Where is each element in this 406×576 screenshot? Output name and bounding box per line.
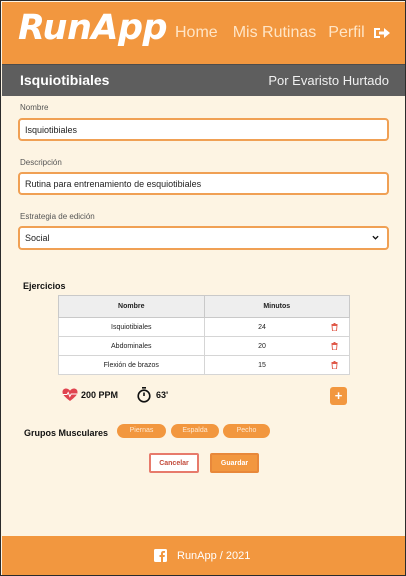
app-logo[interactable]: RunApp [18,8,168,48]
routine-title: Isquiotibiales [20,72,110,88]
trash-icon[interactable] [331,361,338,369]
column-header-minutos: Minutos [203,295,351,318]
main-nav: Home Mis Rutinas Perfil [175,24,391,42]
strategy-label: Estrategia de edición [20,212,95,221]
column-header-nombre: Nombre [58,295,205,318]
table-row: Abdominales 20 [58,336,350,356]
nav-perfil-link[interactable]: Perfil [328,24,364,42]
chip-piernas[interactable]: Piernas [117,424,166,438]
heart-rate-icon [62,388,78,401]
exercises-title: Ejercicios [23,281,66,291]
app-frame: RunApp Home Mis Rutinas Perfil Isquiotib… [0,0,406,576]
footer: RunApp / 2021 [2,536,405,575]
strategy-selected-value: Social [25,233,50,243]
nav-mis-rutinas-link[interactable]: Mis Rutinas [233,24,317,42]
exercise-minutes-cell: 20 [203,336,320,356]
table-row: Flexión de brazos 15 [58,355,350,375]
facebook-icon[interactable] [154,549,167,562]
add-exercise-button[interactable]: + [330,387,347,405]
footer-text: RunApp / 2021 [177,549,251,562]
trash-icon[interactable] [331,323,338,331]
cancel-button[interactable]: Cancelar [149,453,199,473]
nav-home-link[interactable]: Home [175,24,218,42]
stopwatch-icon [137,387,151,403]
muscle-groups-label: Grupos Musculares [24,428,109,438]
chip-espalda[interactable]: Espalda [171,424,219,438]
delete-cell [319,317,350,337]
delete-cell [319,336,350,356]
delete-cell [319,355,350,375]
exercise-name-cell: Isquiotibiales [58,317,205,337]
chevron-down-icon [372,235,379,240]
trash-icon[interactable] [331,342,338,350]
exercise-name-cell: Flexión de brazos [58,355,205,375]
name-label: Nombre [20,103,49,112]
routine-subheader: Isquiotibiales Por Evaristo Hurtado [2,64,405,96]
sign-out-icon[interactable] [373,25,391,41]
description-input[interactable]: Rutina para entrenamiento de esquiotibia… [18,172,389,195]
duration-value: 63' [156,390,169,400]
name-input[interactable]: Isquiotibiales [18,118,389,141]
strategy-select[interactable]: Social [18,226,389,250]
footer-content: RunApp / 2021 [154,549,250,562]
top-navbar: RunApp Home Mis Rutinas Perfil [2,2,405,64]
description-label: Descripción [20,158,62,167]
routine-stats: 200 PPM 63' [62,387,168,403]
table-row: Isquiotibiales 24 [58,317,350,337]
table-header-row: Nombre Minutos [58,295,351,318]
exercise-minutes-cell: 24 [203,317,320,337]
ppm-value: 200 PPM [81,390,119,400]
routine-author: Por Evaristo Hurtado [268,73,389,88]
save-button[interactable]: Guardar [210,453,259,473]
exercises-table: Nombre Minutos Isquiotibiales 24 Abdomin… [58,295,351,375]
chip-pecho[interactable]: Pecho [223,424,270,438]
exercise-name-cell: Abdominales [58,336,205,356]
exercise-minutes-cell: 15 [203,355,320,375]
